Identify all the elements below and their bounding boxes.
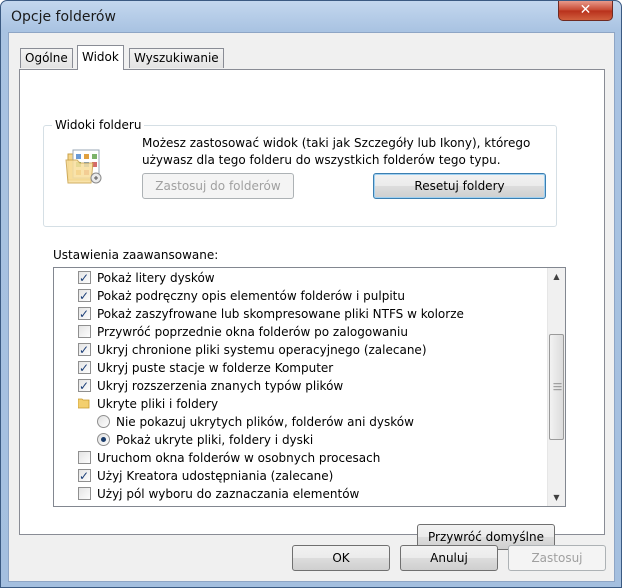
list-item-label: Ukryj rozszerzenia znanych typów plików bbox=[97, 379, 344, 393]
tab-panel-view: Widoki folderu Możesz zastosować widok (… bbox=[19, 69, 605, 550]
close-button[interactable]: ✕ bbox=[558, 1, 613, 21]
dialog-client-area: Ogólne Widok Wyszukiwanie Widoki folderu bbox=[8, 32, 615, 582]
checkbox-show-drive-letters[interactable] bbox=[78, 269, 91, 287]
list-item-label: Uruchom okna folderów w osobnych procesa… bbox=[97, 451, 381, 465]
window-title: Opcje folderów bbox=[11, 9, 116, 25]
ok-button[interactable]: OK bbox=[292, 545, 390, 571]
advanced-settings-label: Ustawienia zaawansowane: bbox=[53, 248, 219, 262]
list-item-label: Pokaż litery dysków bbox=[97, 271, 215, 285]
grip-icon: — — — bbox=[553, 379, 562, 395]
cancel-button[interactable]: Anuluj bbox=[400, 545, 498, 571]
list-item-label: Ukryj puste stacje w folderze Komputer bbox=[97, 361, 334, 375]
list-item-label: Użyj pól wyboru do zaznaczania elementów bbox=[97, 487, 360, 501]
scroll-down-arrow-icon[interactable]: ▼ bbox=[548, 489, 565, 506]
advanced-settings-list: Pokaż litery dysków Pokaż podręczny opis… bbox=[53, 267, 566, 507]
apply-button[interactable]: Zastosuj bbox=[508, 545, 606, 571]
checkbox-sharing-wizard[interactable] bbox=[78, 467, 91, 485]
scrollbar-thumb[interactable]: — — — bbox=[549, 334, 564, 440]
scroll-up-arrow-icon[interactable]: ▲ bbox=[548, 268, 565, 285]
list-item-label: Przywróć poprzednie okna folderów po zal… bbox=[97, 325, 408, 339]
folder-views-description: Możesz zastosować widok (taki jak Szczeg… bbox=[142, 136, 531, 167]
checkbox-hide-extensions[interactable] bbox=[78, 377, 91, 395]
list-item-label: Nie pokazuj ukrytych plików, folderów an… bbox=[116, 415, 414, 429]
folder-views-label: Widoki folderu bbox=[52, 118, 145, 132]
checkbox-hide-protected-os-files[interactable] bbox=[78, 341, 91, 359]
reset-folders-button[interactable]: Resetuj foldery bbox=[373, 173, 546, 199]
tab-general[interactable]: Ogólne bbox=[20, 48, 73, 68]
list-item-label: Ukryj chronione pliki systemu operacyjne… bbox=[97, 343, 427, 357]
tab-view[interactable]: Widok bbox=[77, 45, 124, 70]
checkbox-separate-process[interactable] bbox=[78, 451, 91, 464]
list-scrollbar[interactable]: ▲ — — — ▼ bbox=[547, 268, 565, 506]
checkbox-hide-empty-drives[interactable] bbox=[78, 359, 91, 377]
radio-show-hidden[interactable] bbox=[97, 433, 110, 446]
list-item-label: Pokaż ukryte pliki, foldery i dyski bbox=[116, 433, 314, 447]
radio-dont-show-hidden[interactable] bbox=[97, 415, 110, 428]
folder-views-icon bbox=[65, 149, 102, 184]
list-item-label: Pokaż zaszyfrowane lub skompresowane pli… bbox=[97, 307, 464, 321]
folder-options-window: Opcje folderów ✕ Ogólne Widok Wyszukiwan… bbox=[0, 0, 622, 588]
tab-search[interactable]: Wyszukiwanie bbox=[129, 48, 224, 68]
checkbox-restore-previous-windows[interactable] bbox=[78, 325, 91, 338]
folder-icon bbox=[78, 398, 90, 409]
apply-to-folders-button[interactable]: Zastosuj do folderów bbox=[142, 173, 294, 199]
checkbox-item-check-boxes[interactable] bbox=[78, 487, 91, 500]
list-item-label: Pokaż podręczny opis elementów folderów … bbox=[97, 289, 405, 303]
checkbox-show-encrypted-in-color[interactable] bbox=[78, 305, 91, 323]
close-icon: ✕ bbox=[579, 2, 592, 18]
checkbox-show-popup-description[interactable] bbox=[78, 287, 91, 305]
list-item-label: Ukryte pliki i foldery bbox=[97, 397, 219, 411]
list-item-label: Użyj Kreatora udostępniania (zalecane) bbox=[97, 469, 334, 483]
